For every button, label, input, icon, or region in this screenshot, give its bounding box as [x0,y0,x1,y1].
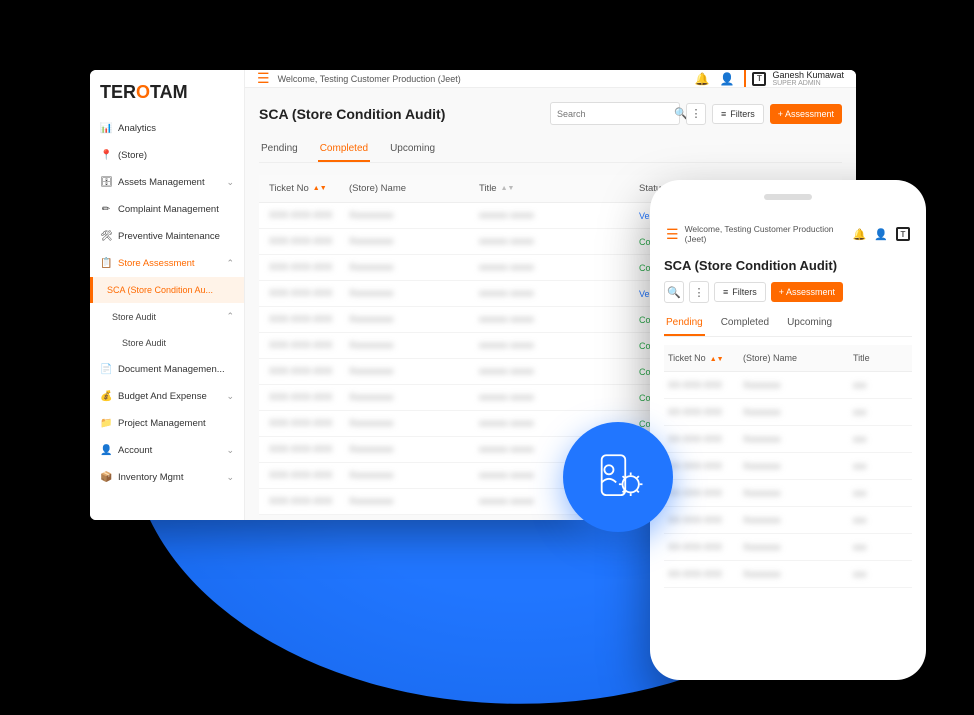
sidebar-item[interactable]: SCA (Store Condition Au... [90,277,244,303]
table-row[interactable]: XX-XXX-XXXXxxxxxxxxxx [664,453,912,480]
menu-toggle-icon[interactable]: ☰ [666,226,679,243]
welcome-text: Welcome, Testing Customer Production (Je… [685,224,853,244]
filters-button[interactable]: ≡Filters [712,104,764,124]
tabs: Pending Completed Upcoming [259,137,842,163]
search-input[interactable] [557,109,674,119]
sidebar-item[interactable]: 📄Document Managemen... [90,356,244,383]
sidebar-item[interactable]: 📊Analytics [90,115,244,142]
page-title: SCA (Store Condition Audit) [259,106,445,122]
sidebar-item[interactable]: 👤Account⌄ [90,437,244,464]
more-button[interactable]: ⋮ [686,103,706,125]
sort-icon[interactable]: ▲▼ [313,185,327,192]
tab-pending[interactable]: Pending [664,311,705,336]
sidebar-item[interactable]: 🛠Preventive Maintenance [90,223,244,250]
sidebar-item[interactable]: 📍(Store) [90,142,244,169]
page-title: SCA (Store Condition Audit) [664,258,912,273]
table-row[interactable]: XX-XXX-XXXXxxxxxxxxxx [664,561,912,588]
topbar: ☰ Welcome, Testing Customer Production (… [245,70,856,88]
filters-button[interactable]: ≡Filters [714,282,766,302]
welcome-text: Welcome, Testing Customer Production (Je… [278,74,461,84]
more-button[interactable]: ⋮ [689,281,709,303]
mobile-window: ☰ Welcome, Testing Customer Production (… [650,180,926,680]
user-profile[interactable]: T Ganesh Kumawat SUPER ADMIN [744,70,844,87]
sidebar-item[interactable]: 📁Project Management [90,410,244,437]
table-row[interactable]: XX-XXX-XXXXxxxxxxxxxx [664,507,912,534]
sidebar-item[interactable]: Store Audit [90,330,244,356]
sidebar-item[interactable]: 📦Inventory Mgmt⌄ [90,464,244,491]
tab-completed[interactable]: Completed [719,311,771,336]
table-row[interactable]: XX-XXX-XXXXxxxxxxxxxx [664,372,912,399]
sidebar-item[interactable]: Store Audit⌃ [90,303,244,330]
menu-toggle-icon[interactable]: ☰ [257,70,270,87]
user-icon[interactable]: 👤 [874,228,888,241]
tab-upcoming[interactable]: Upcoming [388,137,437,162]
table-row[interactable]: XX-XXX-XXXXxxxxxxxxxx [664,480,912,507]
tab-pending[interactable]: Pending [259,137,300,162]
tab-completed[interactable]: Completed [318,137,370,162]
filter-icon: ≡ [723,287,728,297]
sidebar: TEROTAM 📊Analytics📍(Store)🗄Assets Manage… [90,70,245,520]
assessment-button[interactable]: + Assessment [770,104,842,124]
sidebar-item[interactable]: ✏Complaint Management [90,196,244,223]
brand-logo: TEROTAM [90,70,244,115]
sidebar-item[interactable]: 🗄Assets Management⌄ [90,169,244,196]
brand-small-icon: T [752,72,766,86]
sidebar-item[interactable]: 📋Store Assessment⌃ [90,250,244,277]
table-row[interactable]: XX-XXX-XXXXxxxxxxxxxx [664,399,912,426]
table-row[interactable]: XX-XXX-XXXXxxxxxxxxxx [664,534,912,561]
tab-upcoming[interactable]: Upcoming [785,311,834,336]
sidebar-item[interactable]: 💰Budget And Expense⌄ [90,383,244,410]
search-input-wrap[interactable]: 🔍 [550,102,680,125]
brand-small-icon: T [896,227,910,241]
table-row[interactable]: XX-XXX-XXXXxxxxxxxxxx [664,426,912,453]
search-button[interactable]: 🔍 [664,281,684,303]
notification-icon[interactable]: 🔔 [853,228,867,241]
account-settings-icon [589,448,647,506]
filter-icon: ≡ [721,109,726,119]
sort-icon[interactable]: ▲▼ [501,185,515,192]
feature-badge [563,422,673,532]
assessment-button[interactable]: + Assessment [771,282,843,302]
sort-icon[interactable]: ▲▼ [710,356,724,363]
user-icon[interactable]: 👤 [720,72,735,86]
notification-icon[interactable]: 🔔 [695,72,710,86]
